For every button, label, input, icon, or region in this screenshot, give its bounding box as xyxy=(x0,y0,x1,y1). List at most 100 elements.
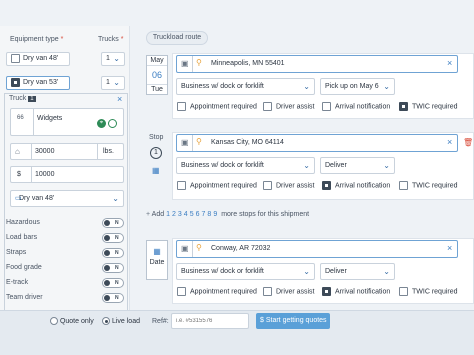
divider xyxy=(33,108,34,136)
option-label: TWIC required xyxy=(412,288,458,296)
add-stops-row: + Add 123456789 more stops for this ship… xyxy=(146,211,309,218)
map-pin-icon: ⌖ xyxy=(97,119,106,128)
option-checkbox[interactable] xyxy=(399,181,408,190)
option-checkbox[interactable] xyxy=(177,287,186,296)
option-label: Appointment required xyxy=(190,103,257,111)
stop-option[interactable]: Appointment required xyxy=(177,181,257,190)
live-load-radio[interactable] xyxy=(102,317,110,325)
stop-option[interactable]: Arrival notification xyxy=(322,181,390,190)
address-value: Minneapolis, MN 55401 xyxy=(211,60,285,67)
live-load-option[interactable]: Live load xyxy=(102,317,140,325)
option-checkbox[interactable] xyxy=(322,287,331,296)
address-input[interactable]: ▣ ⚲ Kansas City, MO 64114 × xyxy=(176,134,458,152)
option-checkbox[interactable] xyxy=(322,181,331,190)
stop-option[interactable]: Arrival notification xyxy=(322,102,390,111)
commodity-field[interactable]: 66 Widgets ⌖ xyxy=(10,108,124,136)
add-stops-count-link[interactable]: 5 xyxy=(190,211,194,218)
action-value: Deliver xyxy=(325,162,347,169)
stop-option[interactable]: TWIC required xyxy=(399,102,458,111)
stop-option[interactable]: TWIC required xyxy=(399,287,458,296)
option-checkbox[interactable] xyxy=(263,181,272,190)
start-quotes-button[interactable]: $ Start getting quotes xyxy=(256,313,330,329)
attribute-toggle[interactable]: N xyxy=(102,278,124,288)
quote-only-radio[interactable] xyxy=(50,317,58,325)
address-input[interactable]: ▣ ⚲ Minneapolis, MN 55401 × xyxy=(176,55,458,73)
attribute-toggle[interactable]: N xyxy=(102,248,124,258)
attribute-toggle[interactable]: N xyxy=(102,293,124,303)
equipment-option-dry-van-48[interactable]: Dry van 48' xyxy=(6,52,70,66)
date-picker[interactable]: ▦ Date xyxy=(146,240,168,280)
equipment-option-dry-van-53[interactable]: Dry van 53' xyxy=(6,76,70,90)
stop-option[interactable]: Appointment required xyxy=(177,102,257,111)
chevron-down-icon: ⌄ xyxy=(112,194,119,203)
tab-truckload-route[interactable]: Truckload route xyxy=(146,31,208,45)
clear-icon[interactable]: × xyxy=(447,58,452,68)
calendar-icon[interactable]: ▦ xyxy=(152,166,160,175)
chevron-down-icon: ⌄ xyxy=(303,267,310,276)
calendar-icon: ▣ xyxy=(181,244,189,253)
commodity-code: 66 xyxy=(17,115,24,121)
clear-icon[interactable]: × xyxy=(447,243,452,253)
add-stops-count-link[interactable]: 4 xyxy=(184,211,188,218)
option-label: TWIC required xyxy=(412,103,458,111)
attribute-toggle[interactable]: N xyxy=(102,218,124,228)
option-checkbox[interactable] xyxy=(263,102,272,111)
weight-unit: lbs. xyxy=(103,148,114,155)
dry-van-48-quantity[interactable]: 1 ⌄ xyxy=(101,52,125,66)
attribute-toggle[interactable]: N xyxy=(102,233,124,243)
action-select[interactable]: Pick up on May 6 ⌄ xyxy=(320,78,395,95)
refresh-icon[interactable] xyxy=(108,119,117,128)
option-checkbox[interactable] xyxy=(263,287,272,296)
add-stops-count-link[interactable]: 6 xyxy=(196,211,200,218)
action-select[interactable]: Deliver ⌄ xyxy=(320,263,395,280)
attribute-row: Food grade N xyxy=(6,263,126,274)
stop-option[interactable]: Driver assist xyxy=(263,287,315,296)
chevron-down-icon: ⌄ xyxy=(113,78,120,87)
option-label: Driver assist xyxy=(276,288,315,296)
add-stops-count-link[interactable]: 1 xyxy=(166,211,170,218)
add-icon[interactable]: + xyxy=(146,211,150,218)
option-checkbox[interactable] xyxy=(177,181,186,190)
location-type-select[interactable]: Business w/ dock or forklift ⌄ xyxy=(176,157,315,174)
stop-option[interactable]: Appointment required xyxy=(177,287,257,296)
dry-van-53-quantity[interactable]: 1 ⌄ xyxy=(101,76,125,90)
add-stops-count-link[interactable]: 8 xyxy=(207,211,211,218)
action-value: Deliver xyxy=(325,268,347,275)
option-checkbox[interactable] xyxy=(322,102,331,111)
commodity-value: Widgets xyxy=(37,115,63,122)
stop-option[interactable]: Arrival notification xyxy=(322,287,390,296)
dry-van-48-checkbox[interactable] xyxy=(11,53,20,63)
weight-field[interactable]: ⌂ 30000 lbs. xyxy=(10,143,124,160)
add-stops-count-link[interactable]: 7 xyxy=(202,211,206,218)
stop-option[interactable]: Driver assist xyxy=(263,181,315,190)
option-checkbox[interactable] xyxy=(399,102,408,111)
option-label: Driver assist xyxy=(276,182,315,190)
date-picker[interactable]: May 06 Tue xyxy=(146,55,168,95)
trash-icon[interactable]: 🗑 xyxy=(463,138,473,147)
add-stops-count-link[interactable]: 9 xyxy=(213,211,217,218)
attribute-label: E-track xyxy=(6,279,29,286)
dry-van-53-checkbox[interactable] xyxy=(11,77,20,87)
add-stops-count-link[interactable]: 3 xyxy=(178,211,182,218)
option-label: Driver assist xyxy=(276,103,315,111)
action-value: Pick up on May 6 xyxy=(325,83,379,90)
action-select[interactable]: Deliver ⌄ xyxy=(320,157,395,174)
address-input[interactable]: ▣ ⚲ Conway, AR 72032 × xyxy=(176,240,458,258)
close-truck-icon[interactable]: × xyxy=(117,94,122,104)
quote-only-option[interactable]: Quote only xyxy=(50,317,94,325)
add-stops-count-link[interactable]: 2 xyxy=(172,211,176,218)
location-type-select[interactable]: Business w/ dock or forklift ⌄ xyxy=(176,263,315,280)
option-checkbox[interactable] xyxy=(177,102,186,111)
option-checkbox[interactable] xyxy=(399,287,408,296)
chevron-down-icon: ⌄ xyxy=(113,54,120,63)
equipment-select[interactable]: ▭ Dry van 48' ⌄ xyxy=(10,190,124,207)
clear-icon[interactable]: × xyxy=(447,137,452,147)
ref-input[interactable] xyxy=(171,313,249,329)
stop-option[interactable]: TWIC required xyxy=(399,181,458,190)
location-type-select[interactable]: Business w/ dock or forklift ⌄ xyxy=(176,78,315,95)
chevron-down-icon: ⌄ xyxy=(383,161,390,170)
truck-label: Truck 1 xyxy=(9,95,36,102)
attribute-toggle[interactable]: N xyxy=(102,263,124,273)
stop-option[interactable]: Driver assist xyxy=(263,102,315,111)
value-field[interactable]: $ 10000 xyxy=(10,166,124,183)
